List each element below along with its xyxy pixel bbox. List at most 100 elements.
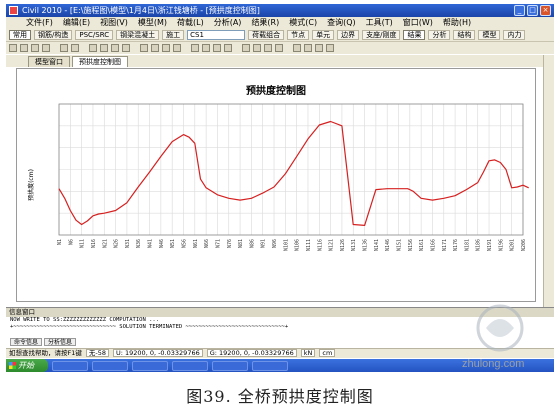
tab-camber-chart[interactable]: 预拱度控制图 xyxy=(72,56,128,67)
x-tick-label: N181 xyxy=(464,239,470,251)
hidden-icon[interactable] xyxy=(242,44,250,52)
x-tick-label: N91 xyxy=(261,239,267,248)
status-coord-g: G: 19200, 0, -0.03329766 xyxy=(206,349,297,357)
x-tick-label: N106 xyxy=(295,239,301,251)
display-icon[interactable] xyxy=(275,44,283,52)
menu-help[interactable]: 帮助(H) xyxy=(443,17,471,29)
tab-common[interactable]: 常用 xyxy=(9,30,31,40)
x-tick-label: N116 xyxy=(317,239,323,251)
render-icon[interactable] xyxy=(264,44,272,52)
tab-node[interactable]: 节点 xyxy=(287,30,310,40)
chart-title: 预拱度控制图 xyxy=(246,84,306,97)
figure-caption: 图39. 全桥预拱度控制图 xyxy=(186,387,374,406)
menu-tools[interactable]: 工具(T) xyxy=(366,17,393,29)
open-file-icon[interactable] xyxy=(20,44,28,52)
close-button[interactable]: × xyxy=(540,5,551,16)
x-tick-label: N6 xyxy=(68,239,74,245)
menu-view[interactable]: 视图(V) xyxy=(100,17,128,29)
rotate-icon[interactable] xyxy=(111,44,119,52)
select-icon[interactable] xyxy=(140,44,148,52)
camber-series-line xyxy=(58,120,529,226)
tab-model[interactable]: 模型 xyxy=(478,30,501,40)
redo-icon[interactable] xyxy=(71,44,79,52)
x-tick-label: N151 xyxy=(397,239,403,251)
tab-load-combo[interactable]: 荷载组合 xyxy=(248,30,285,40)
x-tick-label: N166 xyxy=(430,239,436,251)
mesh-icon[interactable] xyxy=(173,44,181,52)
view-iso-icon[interactable] xyxy=(224,44,232,52)
undo-icon[interactable] xyxy=(60,44,68,52)
shade-icon[interactable] xyxy=(253,44,261,52)
menu-edit[interactable]: 编辑(E) xyxy=(63,17,90,29)
print-icon[interactable] xyxy=(42,44,50,52)
tab-support[interactable]: 支座/刚度 xyxy=(362,30,401,40)
x-tick-label: N56 xyxy=(181,239,187,248)
menu-mode[interactable]: 模式(C) xyxy=(289,17,317,29)
x-tick-label: N86 xyxy=(249,239,255,248)
tab-steel-concrete[interactable]: 钢梁混凝土 xyxy=(116,30,160,40)
x-tick-label: N46 xyxy=(159,239,165,248)
status-node: 无-58 xyxy=(85,349,109,357)
element-icon[interactable] xyxy=(162,44,170,52)
tab-boundary[interactable]: 边界 xyxy=(337,30,360,40)
tab-analysis[interactable]: 分析 xyxy=(428,30,451,40)
minimize-button[interactable]: _ xyxy=(514,5,525,16)
zoom-icon[interactable] xyxy=(89,44,97,52)
view-side-icon[interactable] xyxy=(213,44,221,52)
taskbar-item[interactable] xyxy=(212,360,248,371)
status-hint: 如想查找帮助，请按F1键 xyxy=(9,349,82,357)
x-tick-label: N141 xyxy=(374,239,380,251)
result-icon[interactable] xyxy=(304,44,312,52)
x-tick-label: N51 xyxy=(170,239,176,248)
view-front-icon[interactable] xyxy=(191,44,199,52)
tab-structure[interactable]: 结构 xyxy=(453,30,476,40)
tab-analysis-info[interactable]: 分析信息 xyxy=(44,338,77,346)
x-tick-label: N131 xyxy=(351,239,357,251)
save-icon[interactable] xyxy=(31,44,39,52)
menu-query[interactable]: 查询(Q) xyxy=(327,17,356,29)
menu-analysis[interactable]: 分析(A) xyxy=(214,17,242,29)
maximize-button[interactable]: □ xyxy=(527,5,538,16)
x-tick-label: N41 xyxy=(148,239,154,248)
node-icon[interactable] xyxy=(151,44,159,52)
window-title: Civil 2010 - [E:\施程图\模型\1月4日\浙江钱塘桥 - [预拱… xyxy=(22,6,260,15)
menu-load[interactable]: 荷载(L) xyxy=(177,17,204,29)
force-unit-select[interactable]: kN xyxy=(300,349,316,357)
tab-psc[interactable]: PSC/SRC xyxy=(75,30,114,40)
x-tick-label: N71 xyxy=(215,239,221,248)
taskbar-item[interactable] xyxy=(252,360,288,371)
menu-file[interactable]: 文件(F) xyxy=(26,17,53,29)
taskbar-item[interactable] xyxy=(132,360,168,371)
taskbar-item[interactable] xyxy=(52,360,88,371)
tab-model-window[interactable]: 模型窗口 xyxy=(28,56,70,67)
graph-icon[interactable] xyxy=(326,44,334,52)
x-tick-label: N161 xyxy=(419,239,425,251)
tab-construction[interactable]: 施工 xyxy=(162,30,185,40)
stage-select[interactable]: CS1 xyxy=(187,30,246,40)
analysis-run-icon[interactable] xyxy=(293,44,301,52)
menu-model[interactable]: 模型(M) xyxy=(138,17,167,29)
watermark-text: zhulong.com xyxy=(462,358,525,370)
length-unit-select[interactable]: cm xyxy=(319,349,336,357)
x-tick-label: N206 xyxy=(521,239,527,251)
x-tick-label: N61 xyxy=(193,239,199,248)
x-tick-label: N81 xyxy=(238,239,244,248)
menu-results[interactable]: 结果(R) xyxy=(251,17,279,29)
x-tick-label: N1 xyxy=(57,239,63,245)
table-icon[interactable] xyxy=(315,44,323,52)
new-file-icon[interactable] xyxy=(9,44,17,52)
fit-icon[interactable] xyxy=(122,44,130,52)
tab-rebar[interactable]: 钢筋/构造 xyxy=(34,30,73,40)
menu-window[interactable]: 窗口(W) xyxy=(403,17,433,29)
taskbar-item[interactable] xyxy=(172,360,208,371)
x-tick-label: N191 xyxy=(487,239,493,251)
tab-force[interactable]: 内力 xyxy=(503,30,526,40)
start-button[interactable]: 开始 xyxy=(6,359,48,372)
view-top-icon[interactable] xyxy=(202,44,210,52)
pan-icon[interactable] xyxy=(100,44,108,52)
tab-result[interactable]: 结果 xyxy=(403,30,426,40)
x-tick-label: N101 xyxy=(283,239,289,251)
taskbar-item[interactable] xyxy=(92,360,128,371)
tab-element[interactable]: 单元 xyxy=(312,30,335,40)
tab-command-info[interactable]: 命令信息 xyxy=(10,338,43,346)
